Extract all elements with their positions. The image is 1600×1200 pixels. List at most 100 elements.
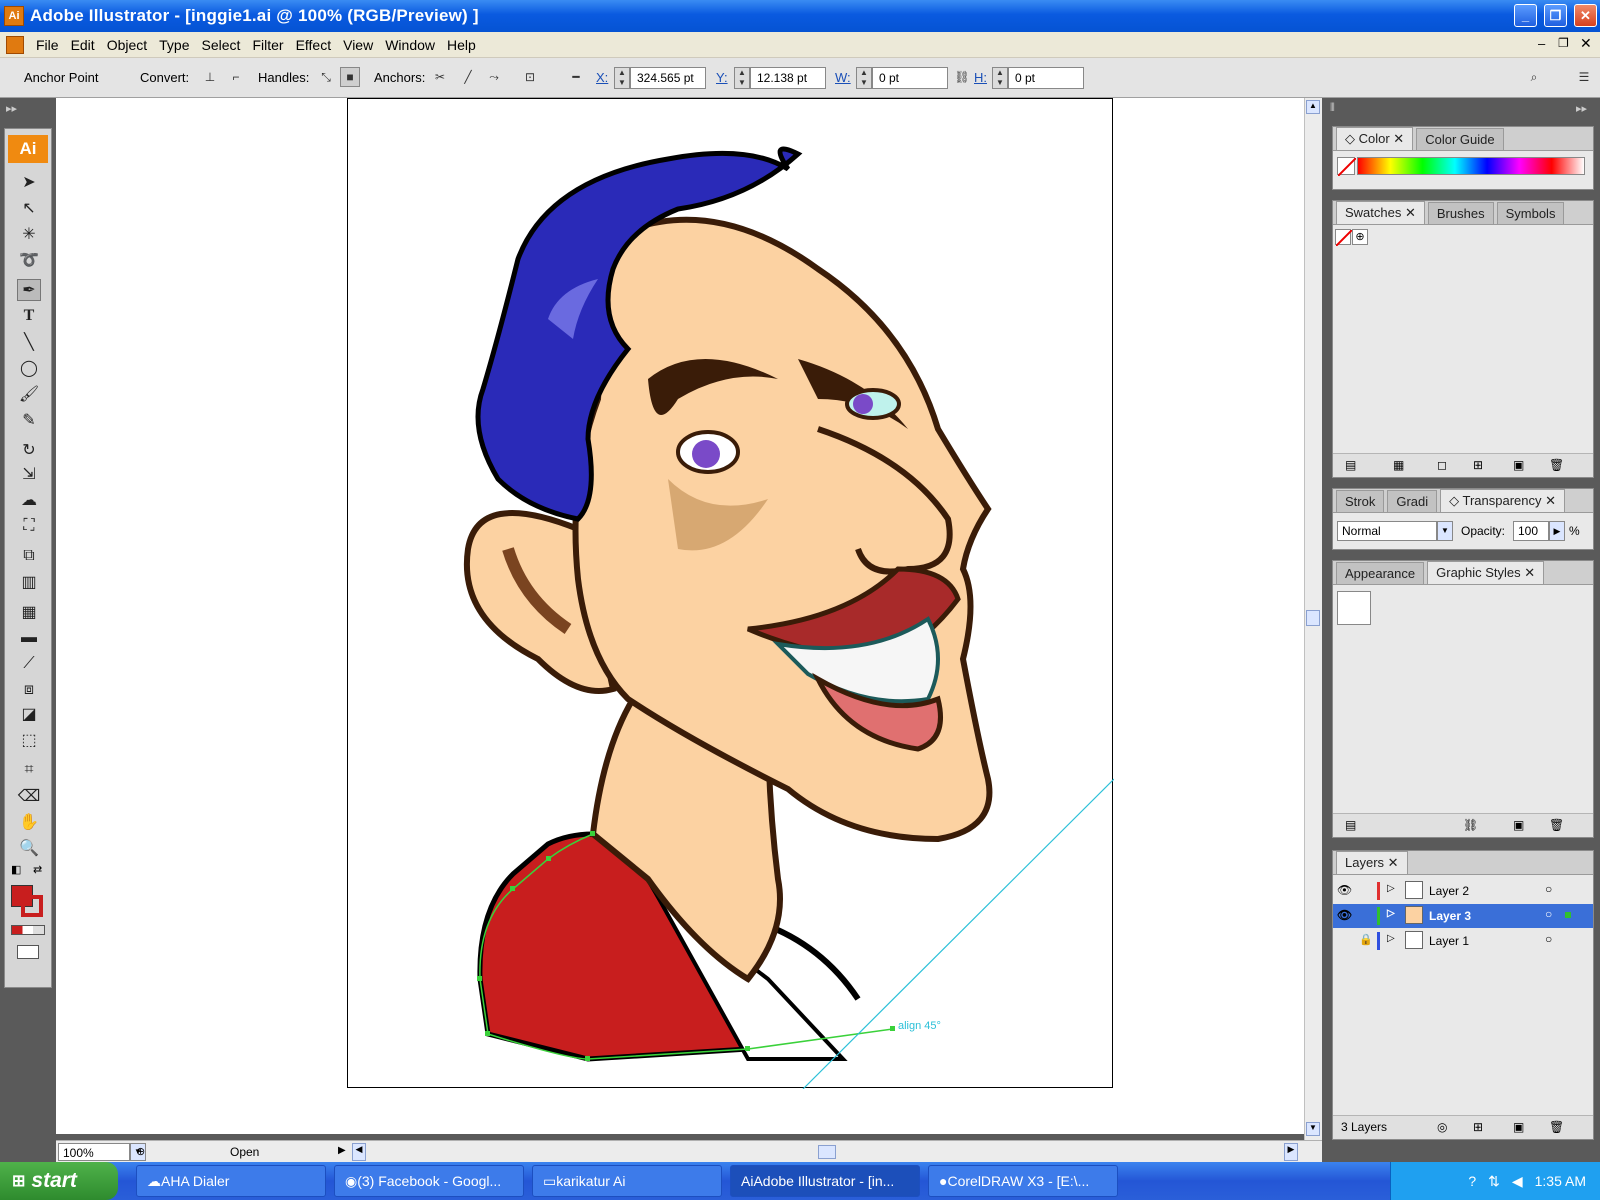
warp-tool-icon[interactable]: ☁ xyxy=(17,489,41,511)
new-swatch-icon[interactable]: ▣ xyxy=(1513,458,1524,472)
status-menu-arrow-icon[interactable]: ▶ xyxy=(338,1145,346,1156)
scroll-down-arrow-icon[interactable]: ▼ xyxy=(1306,1122,1320,1136)
x-field[interactable]: 324.565 pt xyxy=(630,67,706,89)
menu-view[interactable]: View xyxy=(343,37,373,53)
tab-graphic-styles[interactable]: Graphic Styles ✕ xyxy=(1427,561,1545,584)
free-transform-tool-icon[interactable]: ⛶ xyxy=(17,515,41,537)
mesh-tool-icon[interactable]: ▦ xyxy=(17,601,41,623)
new-layer-icon[interactable]: ▣ xyxy=(1513,1120,1524,1134)
eraser-tool-icon[interactable]: ⌫ xyxy=(17,785,41,807)
tab-swatches[interactable]: Swatches ✕ xyxy=(1336,201,1425,224)
tab-brushes[interactable]: Brushes xyxy=(1427,202,1494,224)
scroll-up-arrow-icon[interactable]: ▲ xyxy=(1306,100,1320,114)
align-icon[interactable]: ━ xyxy=(566,67,586,87)
y-field[interactable]: 12.138 pt xyxy=(750,67,826,89)
menu-window[interactable]: Window xyxy=(385,37,435,53)
layer-row-layer-2[interactable]: 👁 ▷ Layer 2 ○ xyxy=(1333,879,1593,903)
lock-icon[interactable]: 🔒 xyxy=(1359,933,1373,946)
default-colors-icon[interactable]: ◧ xyxy=(11,863,21,876)
live-paint-selection-icon[interactable]: ⬚ xyxy=(17,729,41,751)
expand-triangle-icon[interactable]: ▷ xyxy=(1387,933,1395,944)
layer-row-layer-3[interactable]: 👁 ▷ Layer 3 ○ xyxy=(1333,904,1593,928)
tab-transparency[interactable]: ◇ Transparency ✕ xyxy=(1440,489,1566,512)
swap-colors-icon[interactable]: ⇄ xyxy=(33,863,42,876)
h-field[interactable]: 0 pt xyxy=(1008,67,1084,89)
w-spinner[interactable]: ▲ ▼ xyxy=(856,67,872,89)
target-circle-icon[interactable]: ○ xyxy=(1545,907,1552,921)
doc-close-icon[interactable]: ✕ xyxy=(1580,35,1592,52)
h-spinner[interactable]: ▲ ▼ xyxy=(992,67,1008,89)
doc-minimize-icon[interactable]: – xyxy=(1538,36,1545,51)
visibility-eye-icon[interactable]: 👁 xyxy=(1337,908,1352,922)
minimize-button[interactable]: _ xyxy=(1514,4,1537,27)
document-icon[interactable] xyxy=(6,35,24,54)
layer-row-layer-1[interactable]: 🔒 ▷ Layer 1 ○ xyxy=(1333,929,1593,953)
none-color-icon[interactable] xyxy=(1337,157,1357,177)
tab-symbols[interactable]: Symbols xyxy=(1496,202,1565,224)
show-swatch-kinds-icon[interactable]: ▦ xyxy=(1393,458,1404,472)
scale-tool-icon[interactable]: ⇲ xyxy=(17,463,41,485)
opacity-field[interactable]: 100 xyxy=(1513,521,1549,541)
tab-stroke[interactable]: Strok xyxy=(1336,490,1385,512)
collapse-panels-icon[interactable]: ▸▸ xyxy=(1576,102,1587,115)
bridge-icon[interactable]: ⌕ xyxy=(1524,67,1544,87)
menu-help[interactable]: Help xyxy=(447,37,476,53)
task-facebook-chrome[interactable]: ◉ (3) Facebook - Googl... xyxy=(334,1165,524,1197)
task-aha-dialer[interactable]: ☁ AHA Dialer xyxy=(136,1165,326,1197)
hand-tool-icon[interactable]: ✋ xyxy=(17,811,41,833)
rotate-tool-icon[interactable]: ↻ xyxy=(17,439,41,461)
break-link-icon[interactable]: ⛓ xyxy=(1463,818,1478,832)
help-icon[interactable]: ? xyxy=(1468,1173,1476,1189)
swatch-options-icon[interactable]: ◻ xyxy=(1437,458,1447,472)
control-menu-icon[interactable]: ☰ xyxy=(1574,67,1594,87)
blend-mode-dropdown-icon[interactable]: ▼ xyxy=(1437,521,1453,541)
pencil-tool-icon[interactable]: ✎ xyxy=(17,409,41,431)
tab-appearance[interactable]: Appearance xyxy=(1336,562,1425,584)
symbol-sprayer-tool-icon[interactable]: ⧉ xyxy=(17,545,41,567)
delete-layer-icon[interactable]: 🗑 xyxy=(1549,1120,1564,1134)
blend-tool-icon[interactable]: ⧈ xyxy=(17,679,41,701)
isolate-icon[interactable]: ⊡ xyxy=(520,67,540,87)
color-spectrum[interactable] xyxy=(1357,157,1585,175)
new-graphic-style-icon[interactable]: ▣ xyxy=(1513,818,1524,832)
live-paint-tool-icon[interactable]: ◪ xyxy=(17,703,41,725)
expand-triangle-icon[interactable]: ▷ xyxy=(1387,908,1395,919)
y-spinner[interactable]: ▲ ▼ xyxy=(734,67,750,89)
show-handles-icon[interactable]: ⤡ xyxy=(316,67,336,87)
task-karikatur-folder[interactable]: ▭ karikatur Ai xyxy=(532,1165,722,1197)
horizontal-scroll-thumb[interactable] xyxy=(818,1145,836,1159)
menu-file[interactable]: File xyxy=(36,37,59,53)
convert-corner-icon[interactable]: ⊥ xyxy=(200,67,220,87)
paintbrush-tool-icon[interactable]: 🖌 xyxy=(17,383,41,405)
ellipse-tool-icon[interactable]: ◯ xyxy=(17,357,41,379)
zoom-field[interactable]: 100% xyxy=(58,1143,130,1161)
graph-tool-icon[interactable]: ▥ xyxy=(17,571,41,593)
gradient-tool-icon[interactable]: ▬ xyxy=(17,627,41,649)
start-button[interactable]: ⊞ start xyxy=(0,1162,118,1200)
panel-grip-icon[interactable]: ⦀ xyxy=(1330,102,1335,115)
new-sublayer-icon[interactable]: ⊞ xyxy=(1473,1120,1483,1134)
tab-color-guide[interactable]: Color Guide xyxy=(1416,128,1504,150)
delete-swatch-icon[interactable]: 🗑 xyxy=(1549,458,1564,472)
hide-handles-icon[interactable]: ■ xyxy=(340,67,360,87)
lasso-tool-icon[interactable]: ➰ xyxy=(17,249,41,271)
eyedropper-tool-icon[interactable]: ⟋ xyxy=(17,653,41,675)
expand-tools-icon[interactable]: ▸▸ xyxy=(6,102,17,115)
style-libraries-icon[interactable]: ▤ xyxy=(1345,818,1356,832)
line-tool-icon[interactable]: ╲ xyxy=(17,331,41,353)
screen-mode-icon[interactable] xyxy=(17,945,39,959)
tab-layers[interactable]: Layers ✕ xyxy=(1336,851,1408,874)
color-mode-icons[interactable] xyxy=(11,925,45,935)
target-circle-icon[interactable]: ○ xyxy=(1545,932,1552,946)
restore-button[interactable]: ❐ xyxy=(1544,4,1567,27)
task-adobe-illustrator[interactable]: Ai Adobe Illustrator - [in... xyxy=(730,1165,920,1197)
convert-smooth-icon[interactable]: ⌐ xyxy=(226,67,246,87)
opacity-slider-icon[interactable]: ▶ xyxy=(1549,521,1565,541)
swatch-libraries-icon[interactable]: ▤ xyxy=(1345,458,1356,472)
artboard[interactable]: align 45° xyxy=(347,98,1115,1090)
type-tool-icon[interactable]: T xyxy=(17,305,41,327)
connect-anchor-icon[interactable]: ╱ xyxy=(458,67,478,87)
scroll-thumb[interactable] xyxy=(1306,610,1320,626)
zoom-tool-icon[interactable]: 🔍 xyxy=(17,837,41,859)
constrain-link-icon[interactable]: ⛓ xyxy=(952,67,972,87)
